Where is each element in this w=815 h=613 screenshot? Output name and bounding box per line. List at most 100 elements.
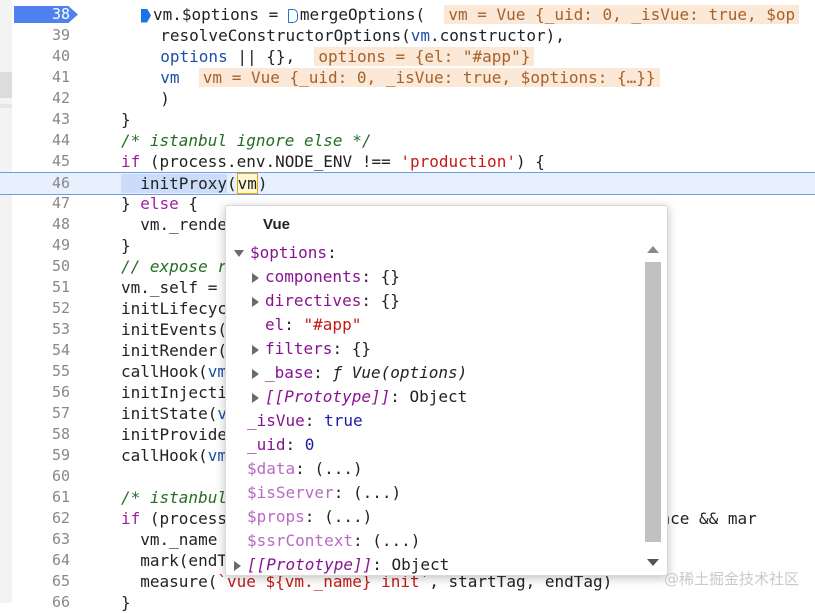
line-number[interactable]: 59: [12, 445, 70, 466]
line-number[interactable]: 46: [12, 173, 70, 194]
line-number[interactable]: 51: [12, 277, 70, 298]
line-number[interactable]: 64: [12, 550, 70, 571]
code-text: } else {: [121, 193, 198, 214]
code-token: }: [121, 194, 141, 213]
line-number[interactable]: 57: [12, 403, 70, 424]
popover-scrollbar[interactable]: [643, 240, 663, 570]
tree-row[interactable]: $ssrContext: (...): [247, 530, 420, 552]
inline-value-badge: options = {el: "#app"}: [314, 47, 535, 66]
line-number[interactable]: 52: [12, 298, 70, 319]
tree-row[interactable]: $isServer: (...): [247, 482, 401, 504]
variable-preview-popover[interactable]: Vue $options: components: {} directives: {…: [225, 205, 668, 576]
expand-arrow-right-icon[interactable]: [252, 344, 259, 355]
code-token: initProvide: [121, 425, 227, 444]
line-number[interactable]: 62: [12, 508, 70, 529]
code-token: }: [121, 110, 131, 129]
separator: :: [352, 531, 373, 550]
line-number[interactable]: 48: [12, 214, 70, 235]
property-key: el: [265, 315, 285, 334]
code-text: /* istanbul: [121, 487, 227, 508]
tree-row[interactable]: _base: ƒ Vue(options): [252, 362, 467, 384]
expand-arrow-right-icon[interactable]: [252, 272, 259, 283]
inline-execution-marker-icon[interactable]: [141, 8, 151, 23]
scrollbar-thumb[interactable]: [645, 262, 661, 542]
code-token: initLifecyc: [121, 299, 227, 318]
tree-row[interactable]: components: {}: [252, 266, 400, 288]
line-number[interactable]: 42: [12, 88, 70, 109]
tree-row[interactable]: el: "#app": [265, 314, 361, 336]
expand-arrow-down-icon[interactable]: [234, 250, 244, 257]
code-token: {: [178, 194, 199, 213]
line-number[interactable]: 44: [12, 130, 70, 151]
tree-row[interactable]: _uid: 0: [247, 434, 314, 456]
line-number[interactable]: 45: [12, 151, 70, 172]
tree-row[interactable]: [[Prototype]]: Object: [234, 554, 449, 576]
expand-arrow-right-icon[interactable]: [234, 560, 241, 571]
scroll-down-arrow-icon[interactable]: [647, 559, 659, 566]
line-number[interactable]: 56: [12, 382, 70, 403]
code-token: vm._rende: [121, 215, 227, 234]
separator: :: [372, 555, 392, 574]
code-token: callHook(: [121, 362, 208, 381]
line-number[interactable]: 43: [12, 109, 70, 130]
separator: :: [304, 507, 325, 526]
code-text: if (process.env.NODE_ENV !== 'production…: [121, 151, 545, 172]
inline-execution-marker-icon[interactable]: [287, 8, 298, 23]
tree-row[interactable]: filters: {}: [252, 338, 371, 360]
code-token: || {},: [227, 47, 315, 66]
code-token: measure(: [121, 572, 218, 591]
property-value: Object: [391, 555, 450, 574]
code-token: vm.$options =: [153, 5, 288, 24]
code-token: options: [141, 47, 228, 66]
line-number[interactable]: 60: [12, 466, 70, 487]
line-number[interactable]: 55: [12, 361, 70, 382]
inline-value-badge: vm = Vue {_uid: 0, _isVue: true, $op: [444, 5, 800, 24]
line-number[interactable]: 63: [12, 529, 70, 550]
line-number[interactable]: 58: [12, 424, 70, 445]
property-value: (...): [372, 531, 421, 550]
code-token: mergeOptions(: [299, 5, 445, 24]
expand-arrow-right-icon[interactable]: [252, 296, 259, 307]
code-text: options || {}, options = {el: "#app"}: [141, 46, 535, 67]
tree-row[interactable]: $data: (...): [247, 458, 363, 480]
tree-row[interactable]: directives: {}: [252, 290, 400, 312]
line-number[interactable]: 50: [12, 256, 70, 277]
line-number[interactable]: 40: [12, 46, 70, 67]
property-key: $props: [247, 507, 305, 526]
scroll-up-arrow-icon[interactable]: [647, 246, 659, 253]
code-token: else: [140, 194, 179, 213]
line-number[interactable]: 53: [12, 319, 70, 340]
line-number[interactable]: 41: [12, 67, 70, 88]
property-value: {}: [351, 339, 371, 358]
property-value: (...): [352, 483, 402, 502]
property-key: $isServer: [247, 483, 334, 502]
code-line: 45 if (process.env.NODE_ENV !== 'producti…: [0, 151, 815, 172]
line-number[interactable]: 49: [12, 235, 70, 256]
code-token: ) {: [515, 152, 545, 171]
line-number[interactable]: 39: [12, 25, 70, 46]
code-token: /* istanbul: [121, 488, 227, 507]
code-token[interactable]: vm: [236, 173, 258, 194]
code-text: }: [121, 109, 131, 130]
tree-row[interactable]: _isVue: true: [247, 410, 363, 432]
expand-arrow-right-icon[interactable]: [252, 368, 259, 379]
code-line: 43}: [0, 109, 815, 130]
code-text: /* istanbul ignore else */: [121, 130, 371, 151]
tree-row[interactable]: [[Prototype]]: Object: [252, 386, 467, 408]
property-value: (...): [314, 459, 363, 478]
line-number[interactable]: 47: [12, 193, 70, 214]
property-key: _uid: [247, 435, 286, 454]
expand-arrow-right-icon[interactable]: [252, 392, 259, 403]
code-token: initProxy: [121, 174, 227, 193]
line-number[interactable]: 61: [12, 487, 70, 508]
tree-row[interactable]: $options:: [234, 242, 337, 264]
code-token: initInjecti: [121, 383, 227, 402]
code-token: }: [121, 236, 131, 255]
line-number[interactable]: 38: [12, 4, 70, 25]
line-number[interactable]: 65: [12, 571, 70, 592]
tree-row[interactable]: $props: (...): [247, 506, 372, 528]
code-text: // expose r: [121, 256, 227, 277]
line-number[interactable]: 54: [12, 340, 70, 361]
property-value: 0: [304, 435, 315, 454]
